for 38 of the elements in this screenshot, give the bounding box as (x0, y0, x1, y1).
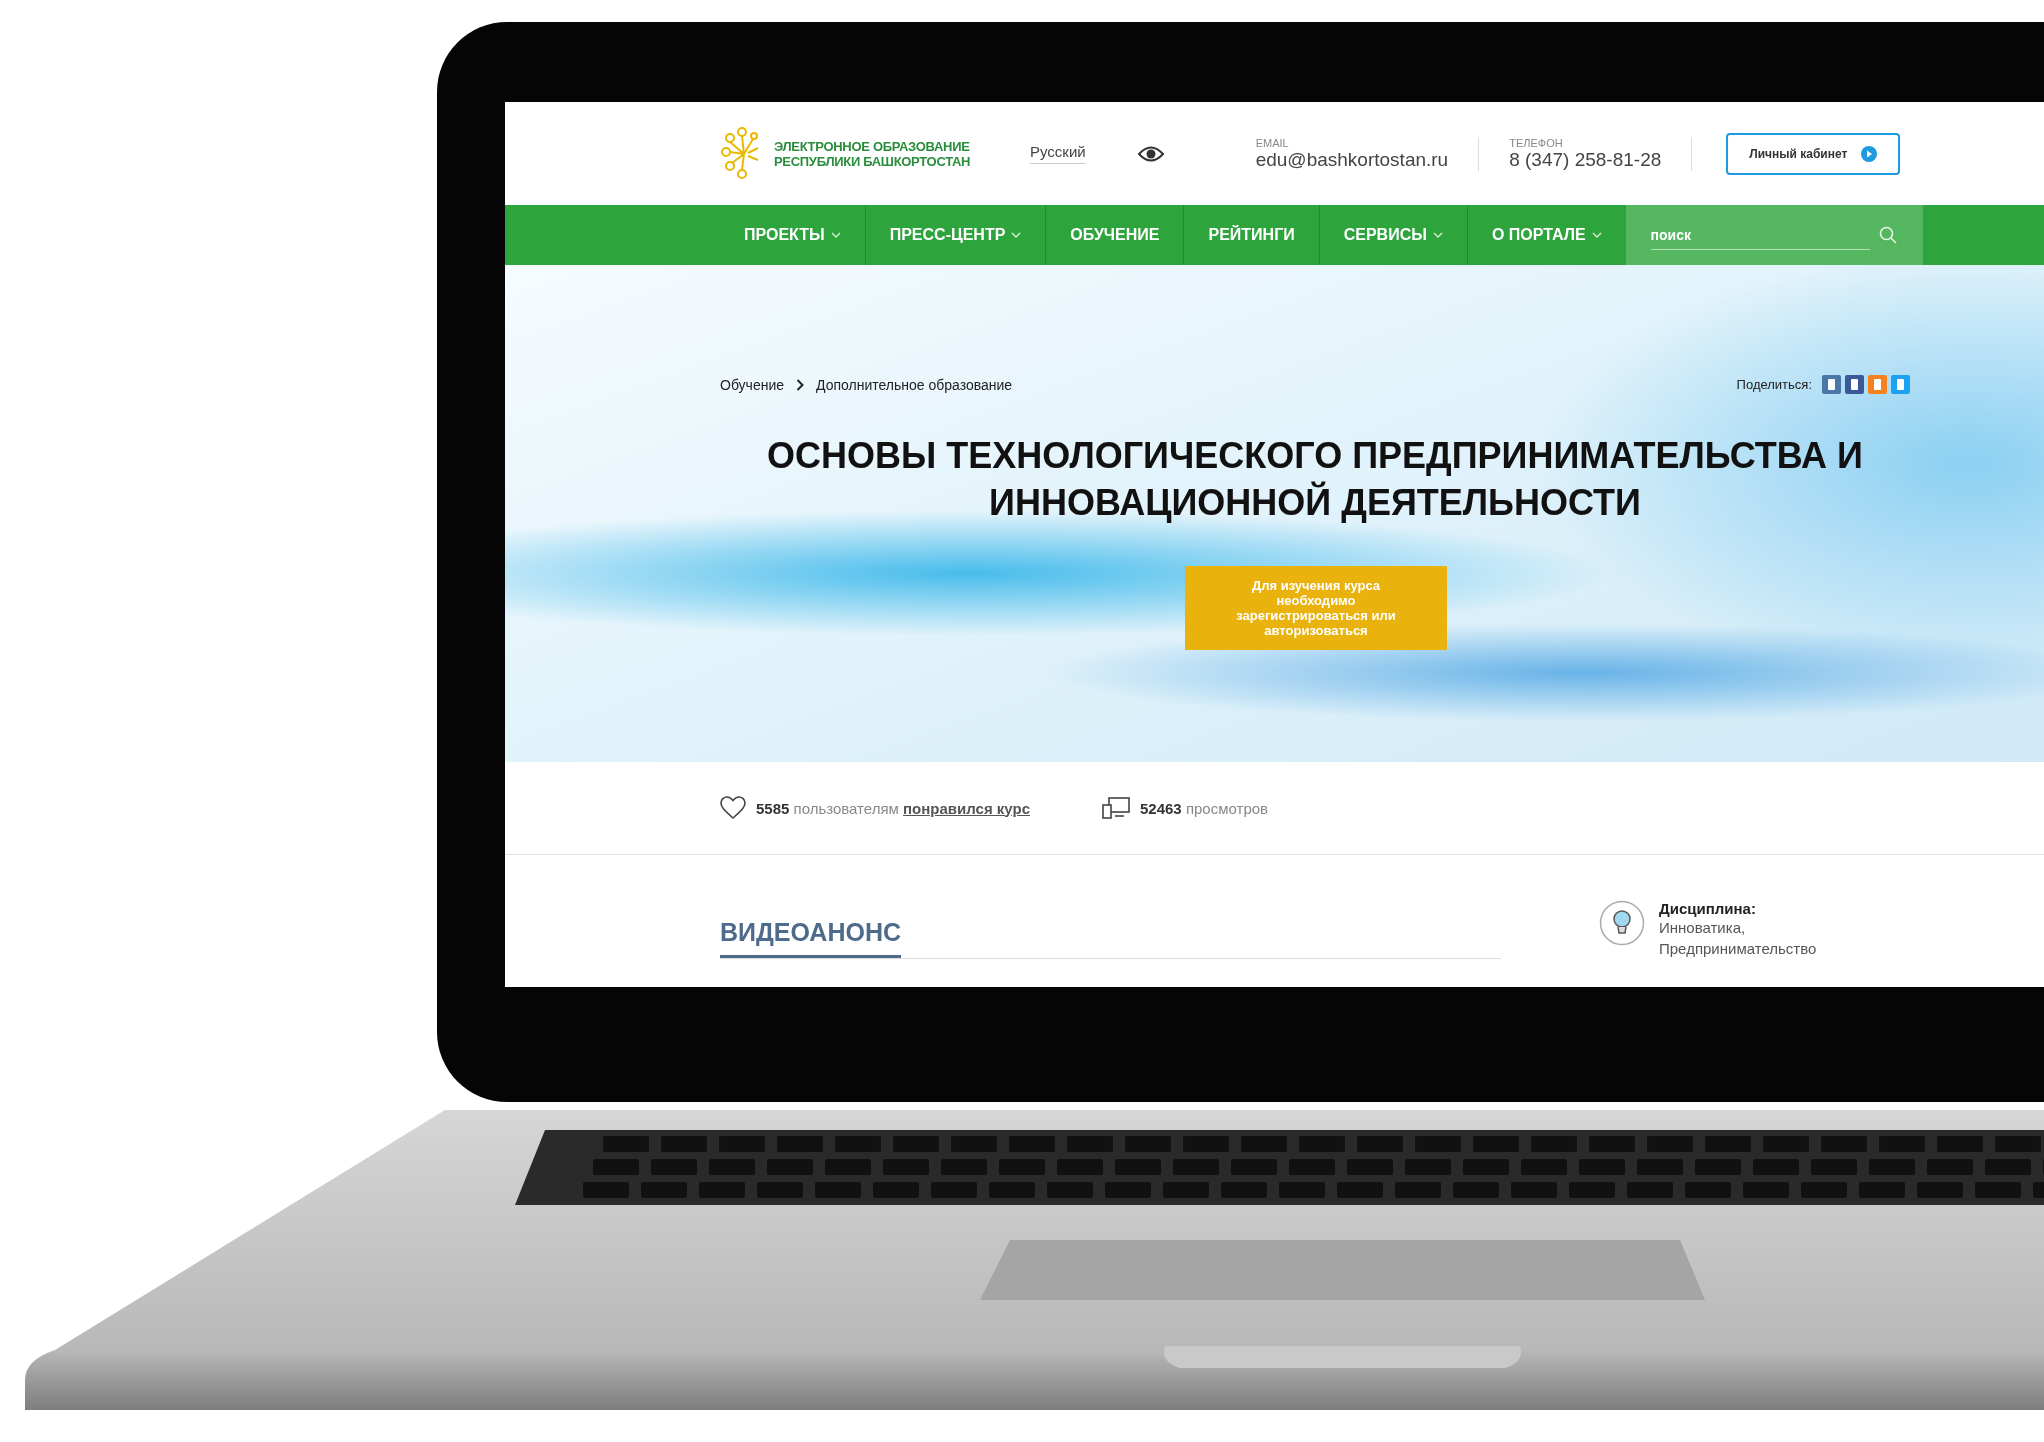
devices-icon (1102, 797, 1130, 819)
email-address[interactable]: edu@bashkortostan.ru (1255, 148, 1449, 171)
play-icon (1861, 145, 1878, 162)
views-text: 52463 просмотров (1140, 799, 1269, 817)
breadcrumb-link[interactable]: Обучение (720, 376, 785, 393)
phone-number[interactable]: 8 (347) 258-81-28 (1509, 148, 1662, 171)
email-label: EMAIL (1255, 136, 1290, 149)
logo-text[interactable]: ЭЛЕКТРОННОЕ ОБРАЗОВАНИЕ РЕСПУБЛИКИ БАШКОРТОСТАН (774, 138, 971, 169)
share-label: Поделиться: (1736, 377, 1812, 392)
breadcrumb-link[interactable]: Дополнительное образование (816, 376, 1013, 393)
nav-item[interactable]: ОБУЧЕНИЕ (1046, 205, 1185, 265)
course-title: ОСНОВЫ ТЕХНОЛОГИЧЕСКОГО ПРЕДПРИНИМАТЕЛЬСТВА И ИННОВАЦИОННОЙ ДЕЯТЕЛЬНОСТИ (766, 434, 1864, 525)
heart-icon[interactable] (720, 796, 746, 820)
chevron-down-icon (1432, 232, 1443, 238)
liked-link[interactable]: понравился курс (903, 799, 1030, 817)
chevron-down-icon (830, 232, 841, 238)
nav-item[interactable]: О ПОРТАЛЕ (1467, 205, 1626, 265)
share-icon[interactable] (1845, 375, 1864, 394)
eye-icon[interactable] (1137, 144, 1164, 163)
share-icon[interactable] (1822, 375, 1841, 394)
likes-text: 5585 пользователям понравился курс (756, 799, 1030, 817)
discipline-label: Дисциплина: (1659, 900, 1757, 917)
chevron-down-icon (1011, 232, 1022, 238)
share-icon[interactable] (1891, 375, 1910, 394)
account-button[interactable]: Личный кабинет (1726, 132, 1901, 175)
nav-item[interactable]: ПРЕСС-ЦЕНТР (865, 205, 1047, 265)
discipline-value: Инноватика, Предпринимательство (1659, 918, 1818, 959)
nav-item[interactable]: РЕЙТИНГИ (1184, 205, 1320, 265)
phone-label: ТЕЛЕФОН (1509, 136, 1564, 149)
search-field[interactable]: поиск (1625, 205, 1923, 265)
nav-item[interactable]: СЕРВИСЫ (1319, 205, 1468, 265)
chevron-right-icon (796, 378, 805, 391)
section-heading: ВИДЕОАНОНС (720, 918, 901, 958)
chevron-down-icon (1591, 232, 1602, 238)
language-selector[interactable]: Русский (1030, 143, 1086, 164)
search-input[interactable]: поиск (1650, 220, 1870, 250)
nav-item[interactable]: ПРОЕКТЫ (720, 205, 866, 265)
lightbulb-icon (1599, 900, 1645, 946)
